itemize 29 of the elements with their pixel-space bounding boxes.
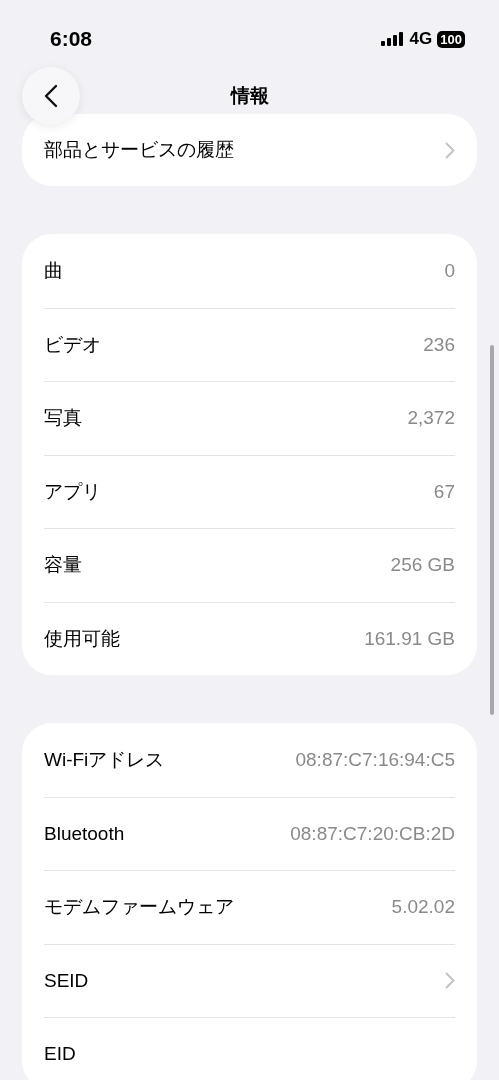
row-value: 2,372 — [407, 407, 455, 430]
row-value: 256 GB — [390, 554, 455, 577]
row-label: Bluetooth — [44, 822, 125, 845]
network-type: 4G — [409, 29, 433, 49]
row-value: 5.02.02 — [391, 896, 455, 919]
back-chevron-icon — [44, 84, 58, 108]
row-value: 67 — [433, 480, 455, 503]
page-title: 情報 — [230, 84, 269, 108]
row-value: 08:87:C7:16:94:C5 — [295, 748, 455, 771]
row-label: 使用可能 — [44, 626, 120, 651]
chevron-icon — [445, 141, 455, 159]
row-label: 写真 — [44, 406, 82, 431]
row-value: 236 — [423, 333, 455, 356]
clock-time: 6:08 — [50, 27, 93, 51]
row-label: Wi-Fiアドレス — [44, 747, 165, 772]
battery-level: 100 — [437, 30, 465, 48]
chevron-icon — [445, 972, 455, 990]
row-label: EID — [44, 1043, 76, 1066]
row-label: 容量 — [44, 553, 82, 578]
row-label: モデムファームウェア — [44, 895, 234, 920]
row-label[interactable]: SEID — [44, 969, 89, 992]
row-value: 08:87:C7:20:CB:2D — [290, 822, 455, 845]
signal-icon — [380, 32, 405, 46]
row-label: アプリ — [44, 479, 101, 504]
row-label: ビデオ — [44, 332, 101, 357]
row-label: 曲 — [44, 258, 63, 283]
row-label[interactable]: 部品とサービスの履歴 — [44, 137, 234, 163]
row-value: 161.91 GB — [364, 627, 455, 650]
row-value: 0 — [444, 259, 455, 282]
